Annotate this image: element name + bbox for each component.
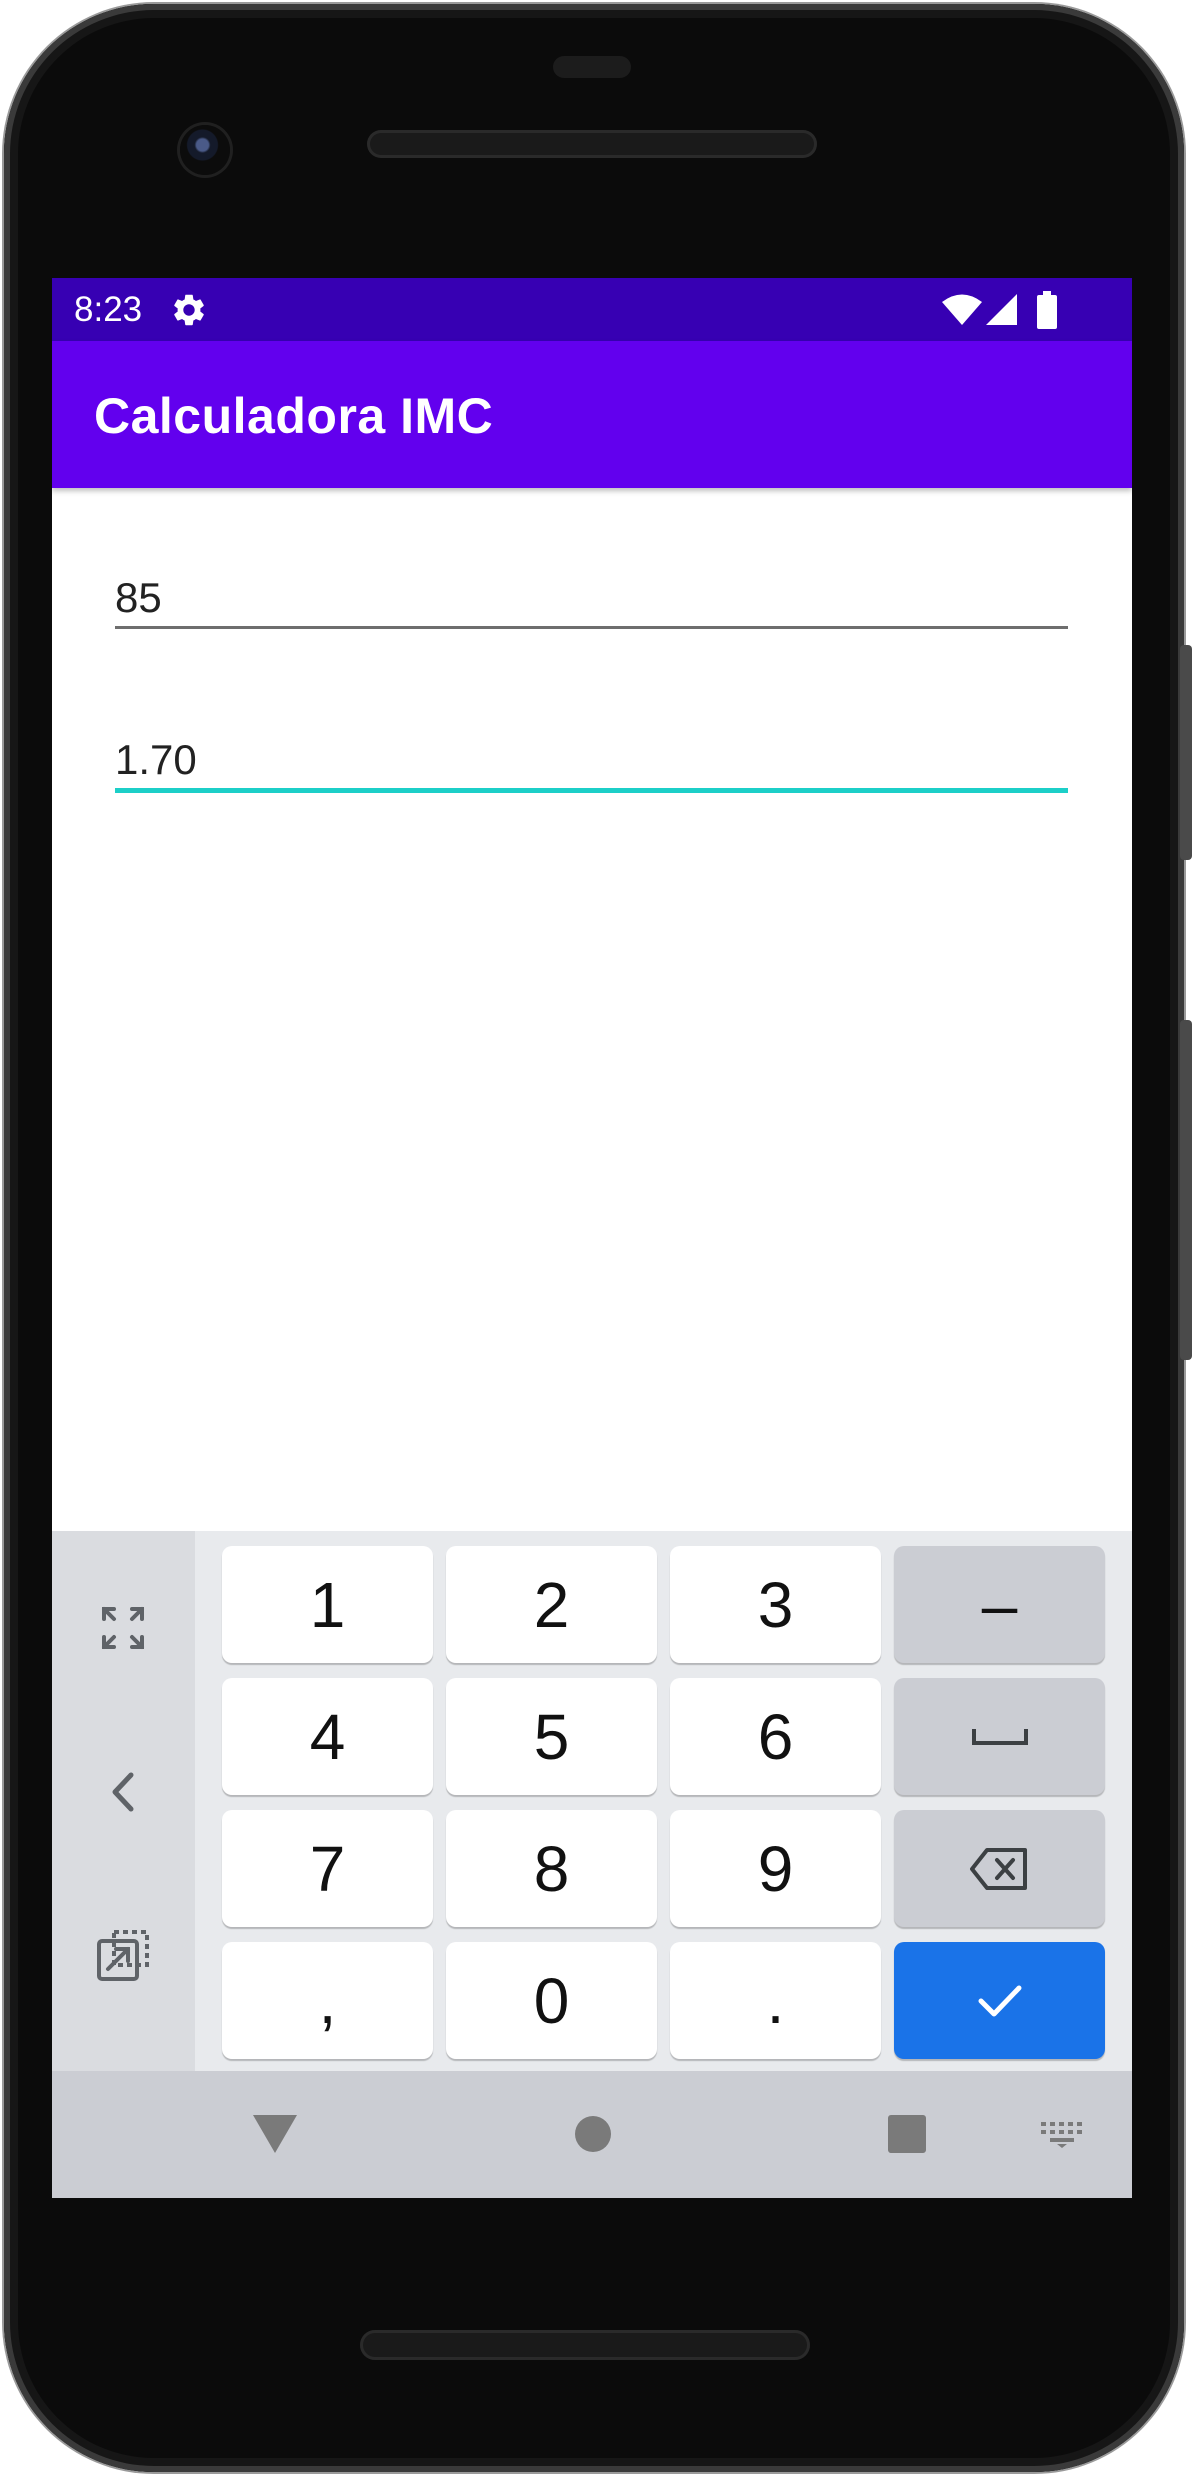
key-minus[interactable]: – (894, 1546, 1105, 1663)
weight-underline (115, 626, 1068, 629)
key-comma[interactable]: , (222, 1942, 433, 2059)
weight-field[interactable]: 85 (115, 568, 1068, 629)
floating-keyboard-icon[interactable] (88, 1921, 158, 1991)
key-backspace[interactable] (894, 1810, 1105, 1927)
sensor-slot (553, 56, 631, 78)
height-underline-focused (115, 788, 1068, 793)
status-bar: 8:23 (52, 278, 1132, 341)
key-6[interactable]: 6 (670, 1678, 881, 1795)
power-button (1180, 645, 1192, 860)
key-1[interactable]: 1 (222, 1546, 433, 1663)
battery-icon (1037, 291, 1057, 329)
key-4[interactable]: 4 (222, 1678, 433, 1795)
space-icon (971, 1728, 1028, 1745)
home-circle-icon[interactable] (568, 2109, 618, 2159)
key-8[interactable]: 8 (446, 1810, 657, 1927)
key-done[interactable] (894, 1942, 1105, 2059)
volume-rocker (1180, 1020, 1192, 1360)
checkmark-icon (978, 1985, 1021, 2016)
key-period[interactable]: . (670, 1942, 881, 2059)
back-arrow-icon[interactable] (88, 1757, 158, 1827)
screen: 8:23 Calculadora IMC 85 1.70 1 2 3 – 4 5… (52, 278, 1132, 2198)
back-triangle-icon[interactable] (250, 2109, 300, 2159)
earpiece-speaker (367, 130, 817, 158)
app-bar: Calculadora IMC (52, 341, 1132, 488)
key-space[interactable] (894, 1678, 1105, 1795)
wifi-icon (942, 294, 982, 325)
settings-icon (174, 294, 204, 326)
keyboard-side-panel (52, 1531, 195, 2071)
navigation-bar (52, 2071, 1132, 2198)
key-2[interactable]: 2 (446, 1546, 657, 1663)
height-field[interactable]: 1.70 (115, 730, 1068, 793)
fullscreen-icon[interactable] (88, 1593, 158, 1663)
cell-signal-icon (986, 294, 1017, 325)
status-time: 8:23 (74, 290, 143, 329)
key-5[interactable]: 5 (446, 1678, 657, 1795)
height-value: 1.70 (115, 736, 197, 783)
numeric-keyboard: 1 2 3 – 4 5 6 7 8 9 , 0 . (52, 1531, 1132, 2071)
phone-device: 8:23 Calculadora IMC 85 1.70 1 2 3 – 4 5… (0, 0, 1194, 2480)
bottom-speaker (360, 2330, 810, 2360)
keyboard-switch-icon[interactable] (1037, 2114, 1087, 2154)
app-title: Calculadora IMC (94, 388, 494, 444)
front-camera (180, 125, 230, 175)
backspace-icon (969, 1847, 1027, 1890)
key-0[interactable]: 0 (446, 1942, 657, 2059)
key-9[interactable]: 9 (670, 1810, 881, 1927)
weight-value: 85 (115, 574, 162, 621)
key-3[interactable]: 3 (670, 1546, 881, 1663)
key-7[interactable]: 7 (222, 1810, 433, 1927)
recents-square-icon[interactable] (882, 2109, 932, 2159)
